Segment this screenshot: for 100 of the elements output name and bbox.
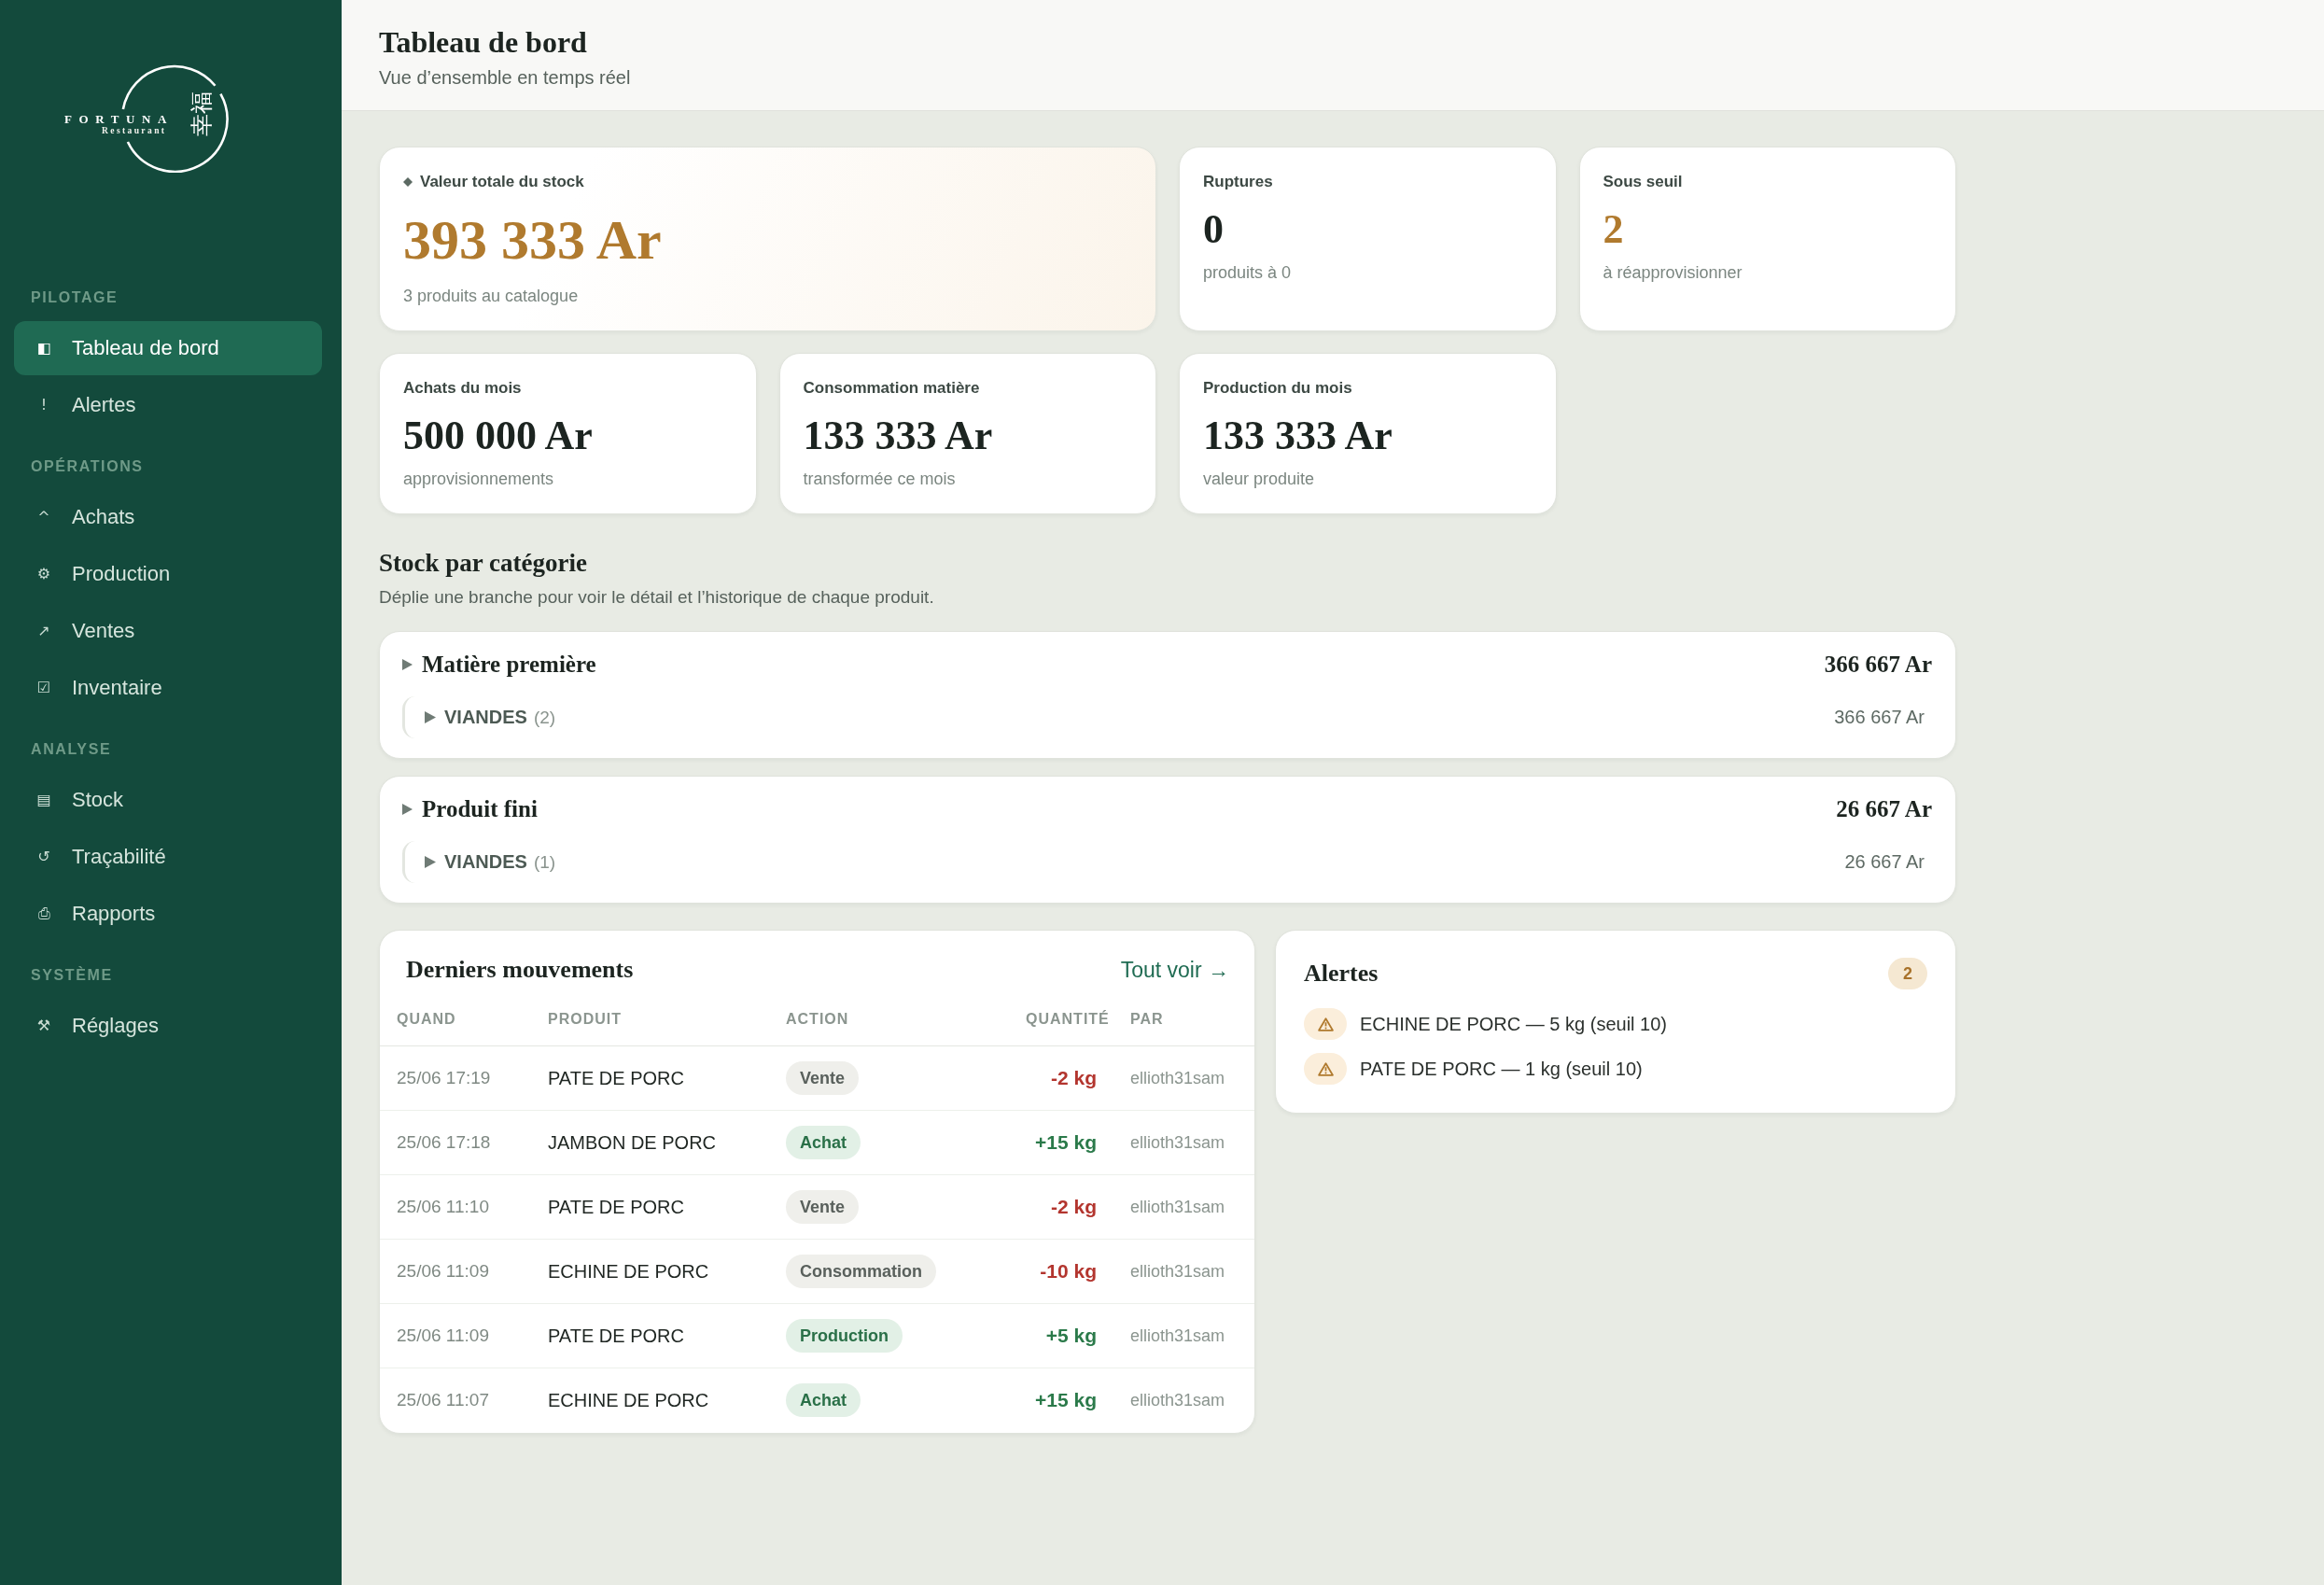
subcategory-row[interactable]: VIANDES (1) 26 667 Ar xyxy=(402,841,1932,883)
product-name: ECHINE DE PORC xyxy=(548,1389,709,1410)
nav-section-title: SYSTÈME xyxy=(31,966,113,985)
brand-tagline: Restaurant xyxy=(102,126,167,135)
column-header: QUAND xyxy=(397,1011,456,1027)
stat-label: Consommation matière xyxy=(803,378,980,399)
page-title: Tableau de bord xyxy=(379,25,587,59)
category-name[interactable]: Matière première xyxy=(422,651,596,679)
arrow-icon: ↗ xyxy=(35,622,53,640)
stat-label: Production du mois xyxy=(1203,378,1352,399)
nav-item[interactable]: ^ Achats xyxy=(14,490,322,544)
subcategory-total: 26 667 Ar xyxy=(1844,851,1925,873)
quantity: -10 kg xyxy=(1040,1260,1097,1282)
subcategory-name: VIANDES xyxy=(444,707,527,728)
movement-time: 25/06 11:10 xyxy=(397,1197,489,1216)
stat-value: 2 xyxy=(1603,205,1624,254)
stat-value: 500 000 Ar xyxy=(403,412,593,460)
nav-item[interactable]: ↗ Ventes xyxy=(14,604,322,658)
column-header: ACTION xyxy=(786,1011,849,1027)
user-name: ellioth31sam xyxy=(1130,1390,1225,1410)
disclosure-triangle-icon xyxy=(425,856,436,868)
quantity: +15 kg xyxy=(1035,1131,1097,1153)
action-tag: Production xyxy=(786,1319,903,1353)
stat-label: Sous seuil xyxy=(1603,172,1683,192)
nav-section-title: OPÉRATIONS xyxy=(31,457,144,476)
movement-time: 25/06 11:09 xyxy=(397,1261,489,1281)
subcategory-name: VIANDES xyxy=(444,851,527,873)
quantity: +5 kg xyxy=(1045,1325,1097,1346)
action-tag: Achat xyxy=(786,1126,861,1159)
product-name: ECHINE DE PORC xyxy=(548,1260,709,1282)
section-subtitle: Déplie une branche pour voir le détail et l’historique de chaque produit. xyxy=(379,586,934,609)
nav-section-title: ANALYSE xyxy=(31,740,112,759)
alert-text: ECHINE DE PORC — 5 kg (seuil 10) xyxy=(1360,1013,1667,1035)
column-header: PRODUIT xyxy=(548,1011,622,1027)
item-count: (1) xyxy=(533,851,556,873)
product-name: PATE DE PORC xyxy=(548,1196,684,1217)
category-name[interactable]: Produit fini xyxy=(422,795,538,823)
user-name: ellioth31sam xyxy=(1130,1132,1225,1152)
stat-value: 133 333 Ar xyxy=(803,412,993,460)
stat-note: produits à 0 xyxy=(1203,262,1292,283)
disclosure-triangle-icon xyxy=(425,711,436,723)
exclamation-icon: ! xyxy=(35,396,53,414)
product-name: PATE DE PORC xyxy=(548,1325,684,1346)
nav-item[interactable]: ☑ Inventaire xyxy=(14,661,322,715)
nav-item[interactable]: ◧ Tableau de bord xyxy=(14,321,322,375)
stat-note: 3 produits au catalogue xyxy=(403,286,579,306)
page-subtitle: Vue d’ensemble en temps réel xyxy=(379,66,631,89)
product-name: JAMBON DE PORC xyxy=(548,1131,717,1153)
card-title: Alertes xyxy=(1304,960,1379,988)
quantity: -2 kg xyxy=(1051,1196,1097,1217)
quantity: -2 kg xyxy=(1051,1067,1097,1088)
movement-time: 25/06 11:07 xyxy=(397,1390,489,1410)
user-name: ellioth31sam xyxy=(1130,1068,1225,1087)
checkbox-icon: ☑ xyxy=(35,679,53,697)
list-icon: ▤ xyxy=(35,791,53,809)
action-tag: Consommation xyxy=(786,1255,936,1288)
stat-label: Valeur totale du stock xyxy=(420,172,584,192)
movement-time: 25/06 17:18 xyxy=(397,1132,491,1152)
category-total: 366 667 Ar xyxy=(1824,651,1932,679)
count-badge: 2 xyxy=(1888,958,1927,989)
nav-item[interactable]: ⎙ Rapports xyxy=(14,887,322,941)
nav-item[interactable]: ! Alertes xyxy=(14,378,322,432)
stat-value: 133 333 Ar xyxy=(1203,412,1393,460)
caret-icon: ^ xyxy=(35,508,53,526)
nav-item[interactable]: ⚒ Réglages xyxy=(14,999,322,1053)
movement-time: 25/06 11:09 xyxy=(397,1326,489,1345)
view-all-link[interactable]: Tout voir → xyxy=(1120,957,1229,983)
product-name: PATE DE PORC xyxy=(548,1067,684,1088)
card-title: Derniers mouvements xyxy=(406,956,634,984)
action-tag: Vente xyxy=(786,1190,860,1224)
half-square-icon: ◧ xyxy=(35,339,53,358)
disclosure-triangle-icon[interactable] xyxy=(402,804,413,815)
column-header: QUANTITÉ xyxy=(1026,1011,1110,1027)
stat-label: Achats du mois xyxy=(403,378,522,399)
stat-value: 393 333 Ar xyxy=(403,208,662,272)
diamond-icon xyxy=(403,177,413,187)
disclosure-triangle-icon[interactable] xyxy=(402,659,413,670)
nav-item[interactable]: ⚙ Production xyxy=(14,547,322,601)
stat-label: Ruptures xyxy=(1203,172,1273,192)
column-header: PAR xyxy=(1130,1011,1164,1027)
user-name: ellioth31sam xyxy=(1130,1197,1225,1216)
nav-item[interactable]: ▤ Stock xyxy=(14,773,322,827)
warning-icon xyxy=(1304,1053,1347,1085)
movement-time: 25/06 17:19 xyxy=(397,1068,491,1087)
stat-note: valeur produite xyxy=(1203,469,1315,489)
user-name: ellioth31sam xyxy=(1130,1261,1225,1281)
quantity: +15 kg xyxy=(1035,1389,1097,1411)
rotate-icon: ↺ xyxy=(35,848,53,866)
stat-note: approvisionnements xyxy=(403,469,554,489)
category-total: 26 667 Ar xyxy=(1836,795,1932,823)
item-count: (2) xyxy=(533,707,556,728)
gear-icon: ⚙ xyxy=(35,565,53,583)
tools-icon: ⚒ xyxy=(35,1017,53,1035)
printer-icon: ⎙ xyxy=(35,905,53,923)
logo-characters: 幸福 xyxy=(189,91,214,137)
action-tag: Achat xyxy=(786,1383,861,1418)
subcategory-row[interactable]: VIANDES (2) 366 667 Ar xyxy=(402,696,1932,738)
nav-item[interactable]: ↺ Traçabilité xyxy=(14,830,322,884)
subcategory-total: 366 667 Ar xyxy=(1834,707,1925,728)
warning-icon xyxy=(1304,1008,1347,1040)
